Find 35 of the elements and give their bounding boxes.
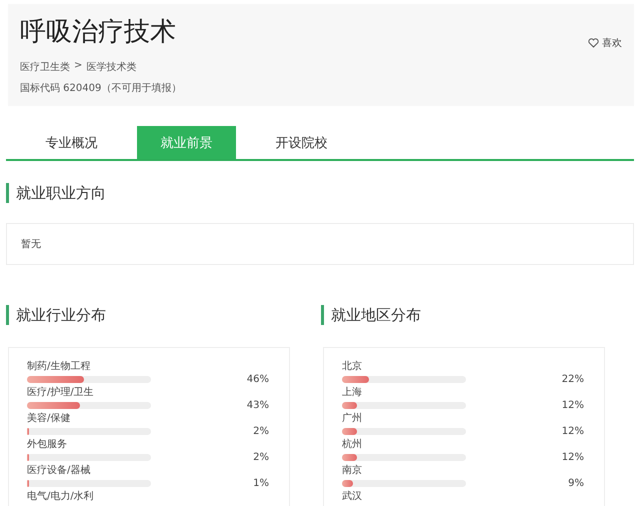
percent-text: 22%	[562, 373, 584, 386]
item-label: 广州	[342, 412, 363, 425]
breadcrumb-separator: >	[74, 60, 82, 73]
percent-text: 9%	[568, 477, 584, 490]
item-label: 外包服务	[27, 438, 68, 451]
tab[interactable]: 开设院校	[236, 126, 367, 159]
item-label: 杭州	[342, 438, 363, 451]
tab[interactable]: 专业概况	[6, 126, 137, 159]
like-button[interactable]: 喜欢	[588, 36, 622, 50]
section-title: 就业行业分布	[6, 305, 106, 325]
empty-text: 暂无	[21, 238, 41, 251]
section-title: 就业职业方向	[6, 183, 106, 203]
item-label: 制药/生物工程	[27, 360, 92, 373]
item-label: 电气/电力/水利	[27, 490, 95, 503]
section-title: 就业地区分布	[321, 305, 421, 325]
item-label: 上海	[342, 386, 363, 399]
breadcrumb-link[interactable]: 医疗卫生类	[20, 60, 70, 74]
item-label: 北京	[342, 360, 363, 373]
code-text: 国标代码 620409（不可用于填报）	[20, 82, 182, 95]
heart-icon	[588, 38, 599, 48]
percent-text: 2%	[253, 451, 269, 464]
item-label: 医疗设备/器械	[27, 464, 92, 477]
item-label: 医疗/护理/卫生	[27, 386, 95, 399]
percent-text: 43%	[246, 399, 269, 412]
percent-text: 12%	[562, 425, 584, 438]
percent-text: 12%	[562, 451, 584, 464]
percent-text: 1%	[253, 477, 269, 490]
percent-text: 46%	[246, 373, 269, 386]
breadcrumb-link[interactable]: 医学技术类	[86, 60, 136, 74]
percent-text: 2%	[253, 425, 269, 438]
percent-text: 12%	[562, 399, 584, 412]
item-label: 美容/保健	[27, 412, 72, 425]
item-label: 南京	[342, 464, 363, 477]
page-title: 呼吸治疗技术	[20, 16, 176, 48]
item-label: 武汉	[342, 490, 363, 503]
